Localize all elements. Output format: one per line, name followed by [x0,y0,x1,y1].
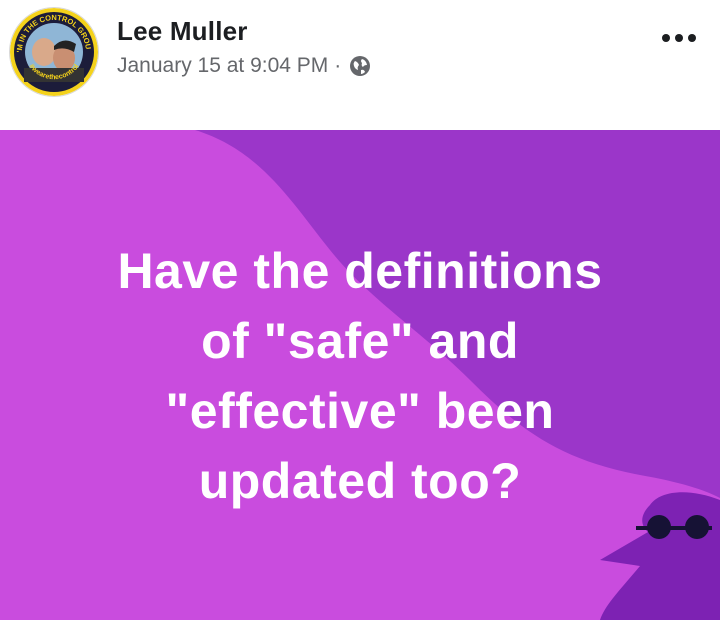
avatar[interactable]: I'M IN THE CONTROL GROUP #wearethecontro… [10,8,98,96]
post-timestamp[interactable]: January 15 at 9:04 PM [117,54,328,78]
post-text-line: "effective" been [165,383,555,439]
post-header: I'M IN THE CONTROL GROUP #wearethecontro… [0,0,720,130]
post-text-line: Have the definitions [117,243,603,299]
post-meta: January 15 at 9:04 PM · [117,54,371,78]
more-dot [675,34,683,42]
meta-separator: · [334,54,342,77]
globe-icon[interactable] [349,55,371,77]
more-dot [688,34,696,42]
post-text: Have the definitions of "safe" and "effe… [0,236,720,516]
post-text-line: of "safe" and [201,313,519,369]
post-text-line: updated too? [198,453,522,509]
more-dot [662,34,670,42]
author-name[interactable]: Lee Muller [117,16,248,47]
post-background: Have the definitions of "safe" and "effe… [0,130,720,620]
more-options-icon[interactable] [662,26,696,50]
